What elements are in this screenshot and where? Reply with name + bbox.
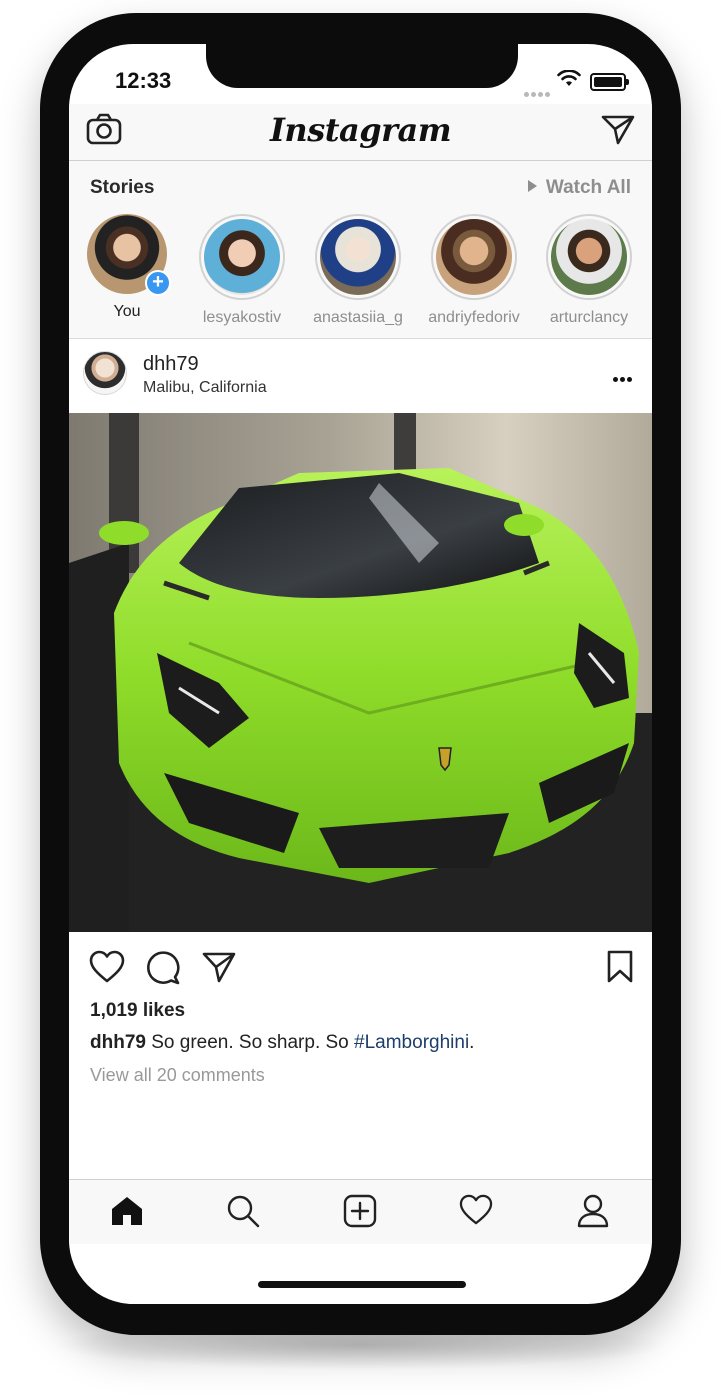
story-avatar bbox=[436, 219, 512, 295]
post-header: dhh79 Malibu, California bbox=[69, 339, 652, 413]
top-navigation-bar: Instagram bbox=[69, 104, 652, 161]
likes-count[interactable]: 1,019 likes bbox=[90, 1000, 185, 1022]
wifi-icon bbox=[557, 70, 581, 86]
heart-icon[interactable] bbox=[89, 950, 125, 984]
car-photo-illustration bbox=[69, 413, 652, 932]
post-photo[interactable] bbox=[69, 413, 652, 932]
post-username[interactable]: dhh79 bbox=[143, 353, 199, 376]
battery-icon bbox=[590, 73, 629, 91]
story-avatar-ring bbox=[431, 214, 517, 300]
post-location[interactable]: Malibu, California bbox=[143, 379, 267, 397]
play-icon bbox=[527, 180, 537, 192]
story-username: anastasiia_g bbox=[313, 309, 403, 326]
comment-icon[interactable] bbox=[145, 950, 181, 986]
bookmark-icon[interactable] bbox=[606, 950, 634, 984]
watch-all-button[interactable]: Watch All bbox=[527, 177, 631, 199]
add-story-icon[interactable]: + bbox=[145, 270, 171, 296]
caption-text: So green. So sharp. So bbox=[145, 1032, 355, 1053]
add-post-icon[interactable] bbox=[343, 1194, 377, 1228]
instagram-logo: Instagram bbox=[269, 111, 452, 149]
post-actions-and-caption: 1,019 likes dhh79 So green. So sharp. So… bbox=[69, 932, 652, 1172]
story-avatar-ring bbox=[199, 214, 285, 300]
story-username: You bbox=[113, 303, 141, 320]
home-icon[interactable] bbox=[110, 1194, 144, 1228]
profile-icon[interactable] bbox=[576, 1194, 610, 1228]
story-username: arturclancy bbox=[549, 309, 629, 326]
bottom-tab-bar bbox=[69, 1179, 652, 1244]
home-indicator[interactable] bbox=[258, 1281, 466, 1288]
story-avatar-ring bbox=[546, 214, 632, 300]
story-item[interactable]: anastasiia_g bbox=[303, 214, 413, 327]
story-username: andriyfedoriv bbox=[428, 309, 520, 326]
app-screen: 12:33 Instagram Stories Watch All + You bbox=[69, 44, 652, 1304]
search-icon[interactable] bbox=[226, 1194, 260, 1228]
story-username: lesyakostiv bbox=[202, 309, 282, 326]
story-you[interactable]: + You bbox=[72, 214, 182, 321]
stories-title: Stories bbox=[90, 177, 155, 198]
stories-tray: Stories Watch All + You lesyakostiv anas… bbox=[69, 161, 652, 339]
more-options-icon[interactable] bbox=[611, 369, 632, 387]
caption-end: . bbox=[469, 1032, 475, 1053]
share-icon[interactable] bbox=[201, 950, 237, 984]
story-item[interactable]: lesyakostiv bbox=[187, 214, 297, 327]
story-item[interactable]: andriyfedoriv bbox=[419, 214, 529, 327]
watch-all-label: Watch All bbox=[545, 177, 631, 198]
caption-username[interactable]: dhh79 bbox=[90, 1032, 146, 1053]
story-avatar-ring bbox=[315, 214, 401, 300]
story-avatar bbox=[204, 219, 280, 295]
post-author-avatar[interactable] bbox=[83, 351, 127, 395]
view-comments-link[interactable]: View all 20 comments bbox=[90, 1065, 265, 1086]
direct-message-icon[interactable] bbox=[600, 112, 636, 146]
cellular-signal-icon bbox=[524, 84, 552, 102]
activity-heart-icon[interactable] bbox=[459, 1194, 493, 1226]
caption-hashtag[interactable]: #Lamborghini bbox=[354, 1032, 469, 1053]
story-avatar-ring: + bbox=[87, 214, 171, 296]
story-avatar bbox=[320, 219, 396, 295]
device-notch bbox=[206, 44, 518, 88]
story-item[interactable]: arturclancy bbox=[534, 214, 644, 327]
story-avatar bbox=[551, 219, 627, 295]
status-time: 12:33 bbox=[115, 68, 172, 93]
post-caption: dhh79 So green. So sharp. So #Lamborghin… bbox=[90, 1032, 474, 1054]
